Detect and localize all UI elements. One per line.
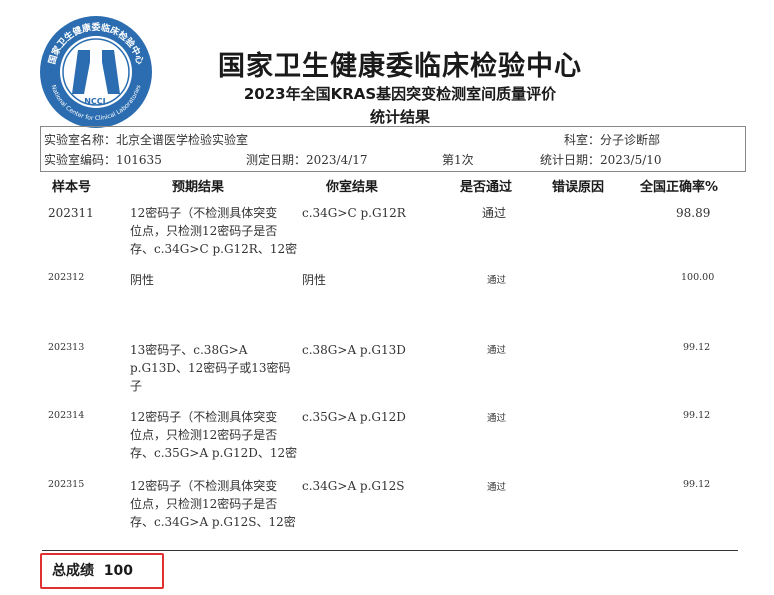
row-5-expected: 12密码子（不检测具体突变 位点，只检测12密码子是否 存、c.34G>A p.… — [130, 479, 296, 529]
report-subtitle-2: 统计结果 — [369, 108, 430, 126]
department-value: 分子诊断部 — [600, 133, 661, 147]
row-4-result: c.35G>A p.G12D — [302, 410, 406, 424]
department-field: 科室：分子诊断部 — [564, 131, 660, 148]
row-2-pass: 通过 — [487, 275, 507, 286]
lab-name-field: 实验室名称：北京全谱医学检验实验室 — [44, 131, 248, 148]
col-header-reason: 错误原因 — [552, 180, 605, 195]
row-4-rate: 99.12 — [683, 410, 711, 421]
round-value: 第1次 — [442, 153, 474, 167]
row-2-sample: 202312 — [48, 272, 85, 283]
lab-name-value: 北京全谱医学检验实验室 — [116, 133, 249, 147]
row-3-result: c.38G>A p.G13D — [302, 343, 406, 357]
test-date-value: 2023/4/17 — [306, 153, 368, 167]
row-1-sample: 202311 — [48, 206, 94, 220]
row-4-expected: 12密码子（不检测具体突变 位点，只检测12密码子是否 存、c.35G>A p.… — [130, 410, 298, 460]
table-bottom-rule — [42, 550, 738, 551]
stat-date-label: 统计日期： — [540, 153, 601, 167]
report-subtitle: 2023年全国KRAS基因突变检测室间质量评价 — [243, 85, 557, 103]
row-2-result: 阴性 — [302, 273, 327, 287]
page-title: 国家卫生健康委临床检验中心 — [218, 51, 582, 82]
lab-code-field: 实验室编码：101635 — [44, 151, 162, 168]
row-3-expected: 13密码子、c.38G>A p.G13D、12密码子或13密码 子 — [130, 343, 291, 393]
test-date-label: 测定日期： — [246, 153, 307, 167]
row-2-expected: 阴性 — [130, 273, 155, 287]
row-3-rate: 99.12 — [683, 342, 711, 353]
total-score-value: 100 — [103, 563, 133, 579]
row-3-sample: 202313 — [48, 342, 85, 353]
row-1-expected: 12密码子（不检测具体突变 位点，只检测12密码子是否 存、c.34G>C p.… — [130, 206, 298, 256]
row-5-pass: 通过 — [487, 482, 507, 493]
row-3-pass: 通过 — [487, 345, 507, 356]
stat-date-field: 统计日期：2023/5/10 — [540, 151, 662, 168]
row-5-result: c.34G>A p.G12S — [302, 479, 405, 493]
stat-date-value: 2023/5/10 — [600, 153, 662, 167]
department-label: 科室： — [564, 133, 601, 147]
row-4-pass: 通过 — [487, 413, 507, 424]
col-header-sample: 样本号 — [52, 180, 92, 195]
test-date-field: 测定日期：2023/4/17 — [246, 151, 368, 168]
row-1-result: c.34G>C p.G12R — [302, 206, 406, 220]
total-score-label: 总成绩 — [52, 563, 94, 579]
lab-code-value: 101635 — [116, 153, 162, 167]
lab-name-label: 实验室名称： — [44, 133, 117, 147]
col-header-pass: 是否通过 — [460, 180, 513, 195]
lab-code-label: 实验室编码： — [44, 153, 117, 167]
row-1-pass: 通过 — [482, 206, 507, 220]
row-2-rate: 100.00 — [681, 272, 715, 283]
row-5-rate: 99.12 — [683, 479, 711, 490]
col-header-expected: 预期结果 — [172, 180, 225, 195]
row-4-sample: 202314 — [48, 410, 85, 421]
total-score: 总成绩 100 — [52, 560, 133, 580]
col-header-rate: 全国正确率% — [640, 180, 719, 195]
logo-letters: NCCL — [84, 97, 108, 106]
row-1-rate: 98.89 — [676, 206, 711, 220]
row-5-sample: 202315 — [48, 479, 85, 490]
col-header-result: 你室结果 — [326, 180, 379, 195]
